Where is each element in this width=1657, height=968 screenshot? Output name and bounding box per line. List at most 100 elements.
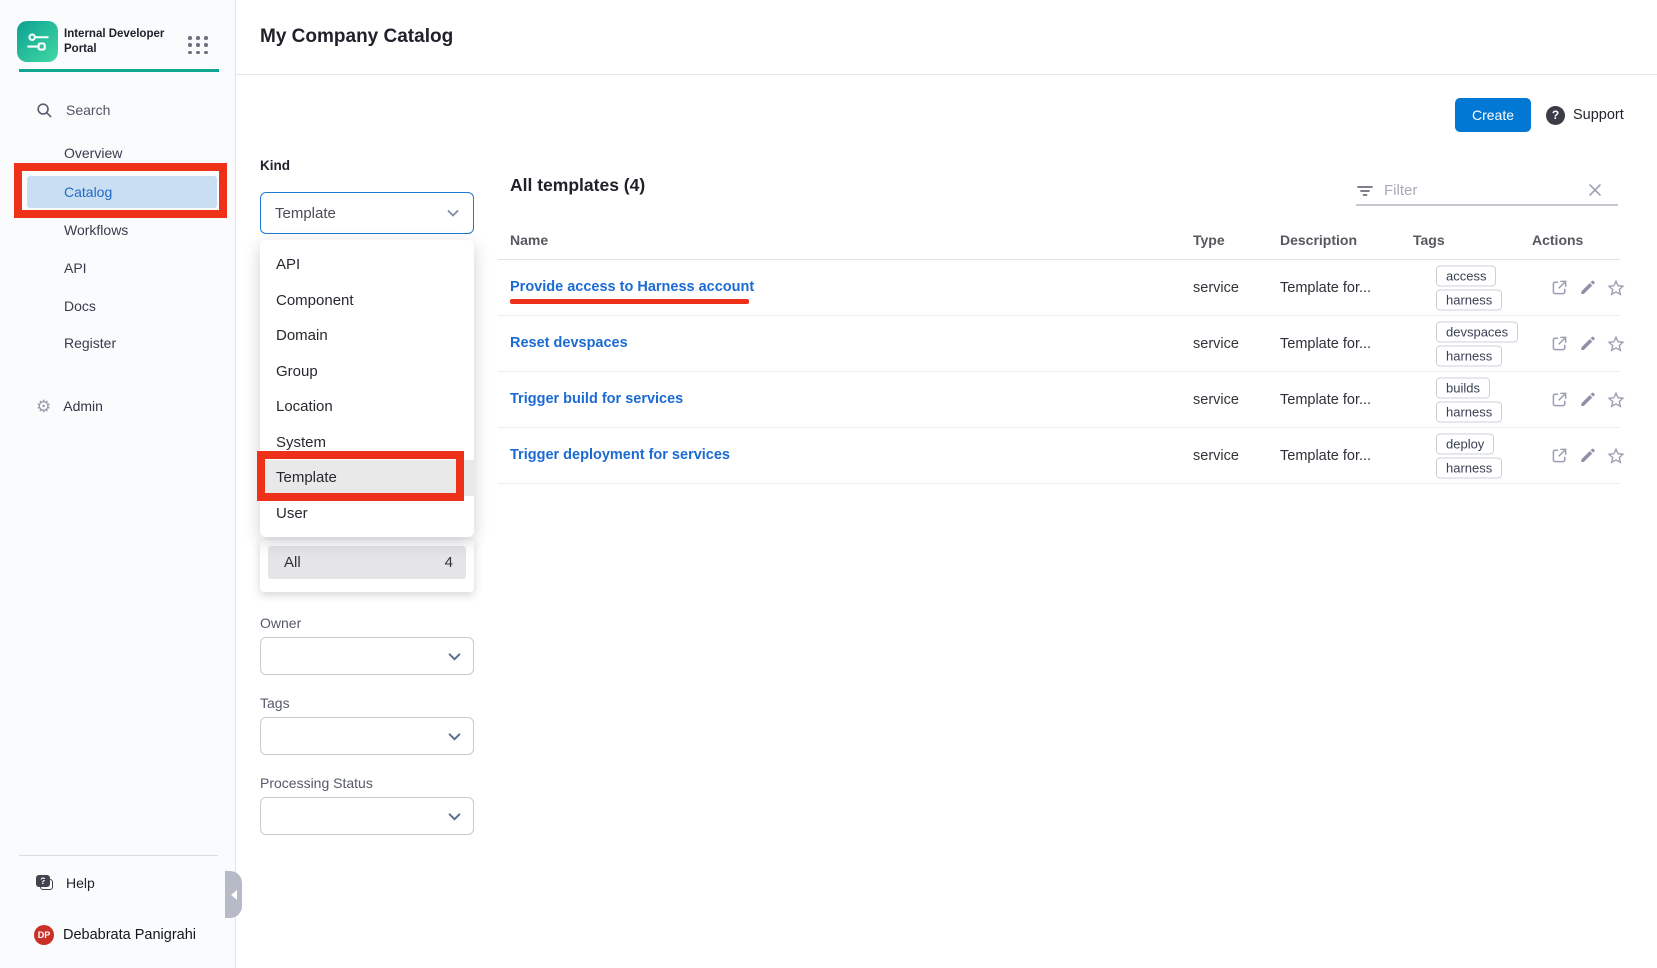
kind-option-component[interactable]: Component — [260, 283, 474, 319]
tags-cell: deploy harness — [1436, 433, 1502, 478]
sidebar-item-admin[interactable]: ⚙ Admin — [36, 390, 103, 422]
open-in-new-icon[interactable] — [1550, 278, 1569, 297]
sidebar-item-workflows[interactable]: Workflows — [27, 214, 217, 246]
open-in-new-icon[interactable] — [1550, 334, 1569, 353]
edit-pencil-icon[interactable] — [1578, 278, 1597, 297]
filter-icon — [1356, 182, 1374, 200]
sidebar-collapse-handle[interactable] — [225, 871, 242, 918]
kind-option-user[interactable]: User — [260, 496, 474, 532]
kind-option-api[interactable]: API — [260, 247, 474, 283]
filter-input[interactable] — [1384, 182, 1564, 199]
brand-divider — [19, 69, 219, 72]
tag-chip: harness — [1436, 289, 1502, 310]
gear-icon: ⚙ — [36, 398, 51, 415]
column-header-tags: Tags — [1413, 232, 1445, 248]
kind-select[interactable]: Template — [260, 192, 474, 234]
tags-cell: devspaces harness — [1436, 321, 1518, 366]
open-in-new-icon[interactable] — [1550, 446, 1569, 465]
chevron-down-icon — [448, 732, 461, 741]
actions-cell — [1550, 278, 1626, 298]
favorite-star-icon[interactable] — [1606, 334, 1626, 354]
favorite-star-icon[interactable] — [1606, 390, 1626, 410]
table-row: Trigger deployment for services service … — [498, 428, 1620, 484]
apps-grid-icon[interactable] — [188, 36, 209, 55]
kind-option-domain[interactable]: Domain — [260, 318, 474, 354]
template-link[interactable]: Provide access to Harness account — [510, 279, 754, 295]
kind-summary-row-all[interactable]: All 4 — [268, 546, 466, 579]
chevron-down-icon — [447, 209, 459, 217]
edit-pencil-icon[interactable] — [1578, 334, 1597, 353]
template-link[interactable]: Reset devspaces — [510, 335, 628, 351]
processing-status-label: Processing Status — [260, 775, 373, 791]
kind-select-value: Template — [275, 205, 336, 222]
kind-option-location[interactable]: Location — [260, 389, 474, 425]
user-avatar: DP — [34, 925, 54, 945]
user-name: Debabrata Panigrahi — [63, 927, 196, 943]
page-title: My Company Catalog — [260, 26, 453, 48]
template-link[interactable]: Trigger build for services — [510, 391, 683, 407]
create-button[interactable]: Create — [1455, 98, 1531, 132]
open-in-new-icon[interactable] — [1550, 390, 1569, 409]
search-icon — [36, 102, 53, 119]
tags-cell: builds harness — [1436, 377, 1502, 422]
kind-option-template[interactable]: Template — [260, 460, 474, 496]
tag-chip: devspaces — [1436, 321, 1518, 342]
brand: Internal Developer Portal — [17, 21, 164, 62]
sidebar-footer-divider — [19, 855, 218, 856]
edit-pencil-icon[interactable] — [1578, 390, 1597, 409]
table-title: All templates (4) — [510, 175, 645, 196]
table-row: Reset devspaces service Template for... … — [498, 316, 1620, 372]
description-cell: Template for... — [1280, 392, 1371, 408]
sidebar-search[interactable]: Search — [36, 96, 110, 124]
app-root: Internal Developer Portal Search Overvie… — [0, 0, 1657, 968]
support-button[interactable]: ? Support — [1546, 98, 1624, 132]
tag-chip: deploy — [1436, 433, 1494, 454]
clear-filter-icon[interactable] — [1586, 181, 1604, 199]
sidebar-help[interactable]: ? Help — [36, 869, 95, 897]
table-row: Trigger build for services service Templ… — [498, 372, 1620, 428]
type-cell: service — [1193, 280, 1239, 296]
description-cell: Template for... — [1280, 280, 1371, 296]
actions-cell — [1550, 446, 1626, 466]
collapse-left-arrow-icon — [231, 890, 237, 900]
sidebar-item-catalog[interactable]: Catalog — [27, 176, 217, 208]
table-header-row: Name Type Description Tags Actions — [498, 226, 1620, 260]
templates-table: Name Type Description Tags Actions Provi… — [498, 226, 1620, 484]
kind-option-system[interactable]: System — [260, 425, 474, 461]
tag-chip: harness — [1436, 345, 1502, 366]
chevron-down-icon — [448, 812, 461, 821]
tag-chip: harness — [1436, 457, 1502, 478]
app-logo-icon — [17, 21, 58, 62]
brand-title: Internal Developer Portal — [64, 27, 164, 57]
actions-cell — [1550, 390, 1626, 410]
column-header-name: Name — [510, 232, 548, 248]
table-filter — [1356, 177, 1618, 206]
tag-chip: builds — [1436, 377, 1490, 398]
brand-title-line2: Portal — [64, 42, 164, 57]
kind-option-group[interactable]: Group — [260, 354, 474, 390]
template-link[interactable]: Trigger deployment for services — [510, 447, 730, 463]
column-header-type: Type — [1193, 232, 1225, 248]
tag-chip: access — [1436, 265, 1496, 286]
type-cell: service — [1193, 448, 1239, 464]
description-cell: Template for... — [1280, 448, 1371, 464]
user-menu[interactable]: DP Debabrata Panigrahi — [34, 921, 196, 949]
favorite-star-icon[interactable] — [1606, 446, 1626, 466]
brand-title-line1: Internal Developer — [64, 27, 164, 42]
actions-cell — [1550, 334, 1626, 354]
sidebar-item-register[interactable]: Register — [27, 327, 217, 359]
sidebar-item-docs[interactable]: Docs — [27, 290, 217, 322]
processing-status-select[interactable] — [260, 797, 474, 835]
tags-cell: access harness — [1436, 265, 1502, 310]
sidebar-item-api[interactable]: API — [27, 252, 217, 284]
edit-pencil-icon[interactable] — [1578, 446, 1597, 465]
favorite-star-icon[interactable] — [1606, 278, 1626, 298]
type-cell: service — [1193, 392, 1239, 408]
tags-select[interactable] — [260, 717, 474, 755]
kind-label: Kind — [260, 158, 290, 173]
sidebar-item-overview[interactable]: Overview — [27, 137, 217, 169]
type-cell: service — [1193, 336, 1239, 352]
owner-select[interactable] — [260, 637, 474, 675]
kind-summary-count: 4 — [445, 554, 453, 571]
support-question-icon: ? — [1546, 106, 1565, 125]
